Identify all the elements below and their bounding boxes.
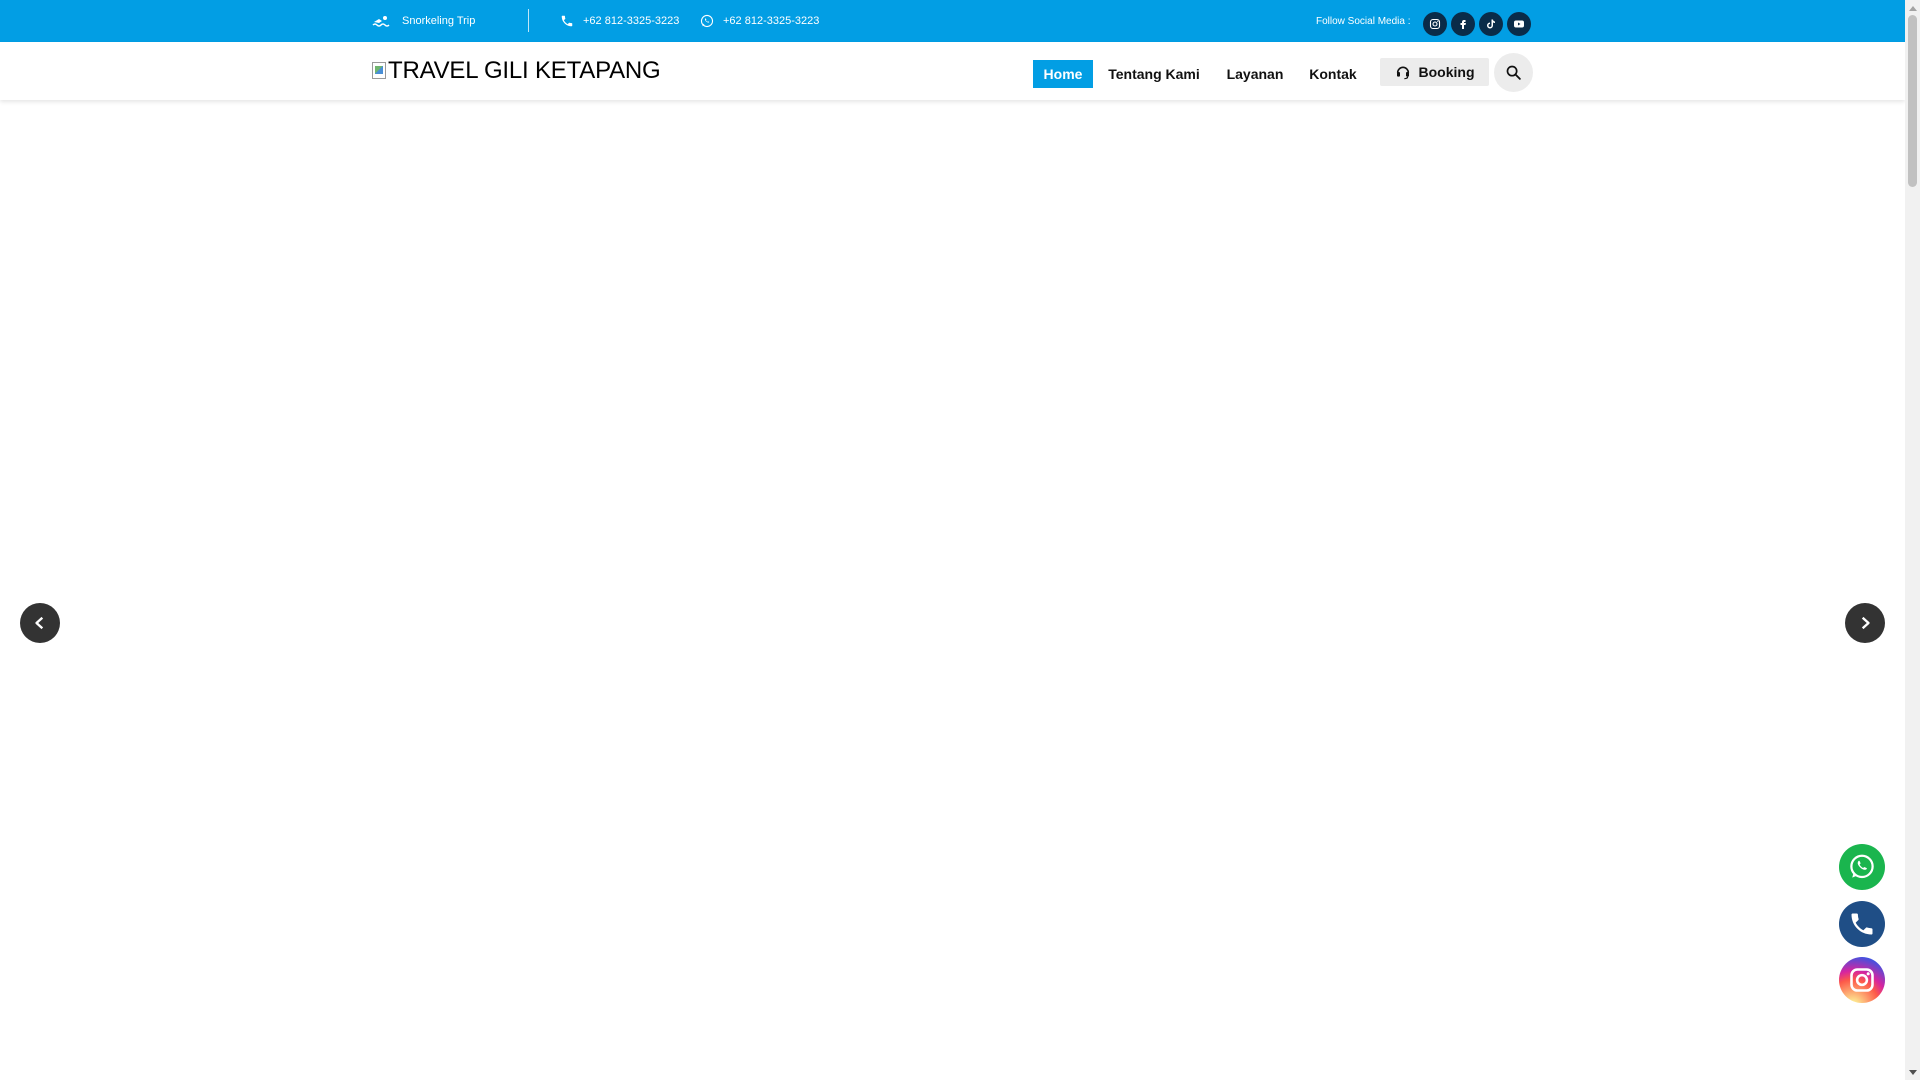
nav-layanan[interactable]: Layanan (1217, 60, 1293, 88)
whatsapp-icon (1847, 852, 1877, 882)
nav-tentang-kami[interactable]: Tentang Kami (1099, 60, 1209, 88)
broken-image-icon (372, 61, 386, 79)
phone-icon (560, 14, 574, 28)
youtube-icon (1513, 18, 1525, 30)
slider-prev-button[interactable] (20, 603, 60, 643)
scrollbar-thumb[interactable] (1908, 15, 1917, 187)
chevron-left-icon (33, 616, 47, 630)
facebook-icon (1457, 18, 1469, 30)
nav-kontak[interactable]: Kontak (1301, 60, 1365, 88)
instagram-icon (1848, 966, 1876, 994)
booking-button[interactable]: Booking (1380, 58, 1489, 86)
site-logo[interactable]: TRAVEL GILI KETAPANG (372, 57, 661, 85)
snorkeling-trip-link[interactable]: Snorkeling Trip (372, 0, 475, 42)
floating-phone-button[interactable] (1839, 901, 1885, 947)
scroll-down-arrow-icon[interactable] (1905, 1065, 1920, 1080)
page-scrollbar[interactable] (1905, 0, 1920, 1080)
nav-home[interactable]: Home (1033, 60, 1093, 88)
floating-whatsapp-button[interactable] (1839, 844, 1885, 890)
tiktok-social-button[interactable] (1479, 12, 1503, 36)
search-button[interactable] (1494, 53, 1533, 92)
whatsapp-number: +62 812-3325-3223 (723, 15, 820, 27)
floating-instagram-button[interactable] (1839, 957, 1885, 1003)
youtube-social-button[interactable] (1507, 12, 1531, 36)
phone-contact-link[interactable]: +62 812-3325-3223 (560, 0, 679, 42)
tiktok-icon (1485, 18, 1497, 30)
chevron-right-icon (1858, 616, 1872, 630)
facebook-social-button[interactable] (1451, 12, 1475, 36)
topbar-divider (528, 9, 529, 32)
phone-number: +62 812-3325-3223 (583, 15, 680, 27)
instagram-social-button[interactable] (1423, 12, 1447, 36)
phone-icon (1848, 910, 1876, 938)
slider-next-button[interactable] (1845, 603, 1885, 643)
swimmer-icon (372, 15, 390, 27)
headset-icon (1395, 64, 1411, 80)
search-icon (1505, 64, 1522, 81)
snorkeling-trip-label: Snorkeling Trip (402, 15, 476, 27)
page: Snorkeling Trip +62 812-3325-3223 +62 81… (0, 0, 1905, 1080)
scroll-up-arrow-icon[interactable] (1905, 0, 1920, 15)
main-navbar: TRAVEL GILI KETAPANG Home Tentang Kami L… (0, 42, 1905, 100)
top-bar: Snorkeling Trip +62 812-3325-3223 +62 81… (0, 0, 1905, 42)
follow-social-label: Follow Social Media : (1316, 15, 1411, 27)
instagram-icon (1429, 18, 1441, 30)
hero-slider (0, 100, 1905, 1080)
booking-label: Booking (1418, 64, 1475, 80)
whatsapp-icon (700, 14, 714, 28)
logo-text: TRAVEL GILI KETAPANG (388, 57, 661, 84)
whatsapp-contact-link[interactable]: +62 812-3325-3223 (700, 0, 819, 42)
